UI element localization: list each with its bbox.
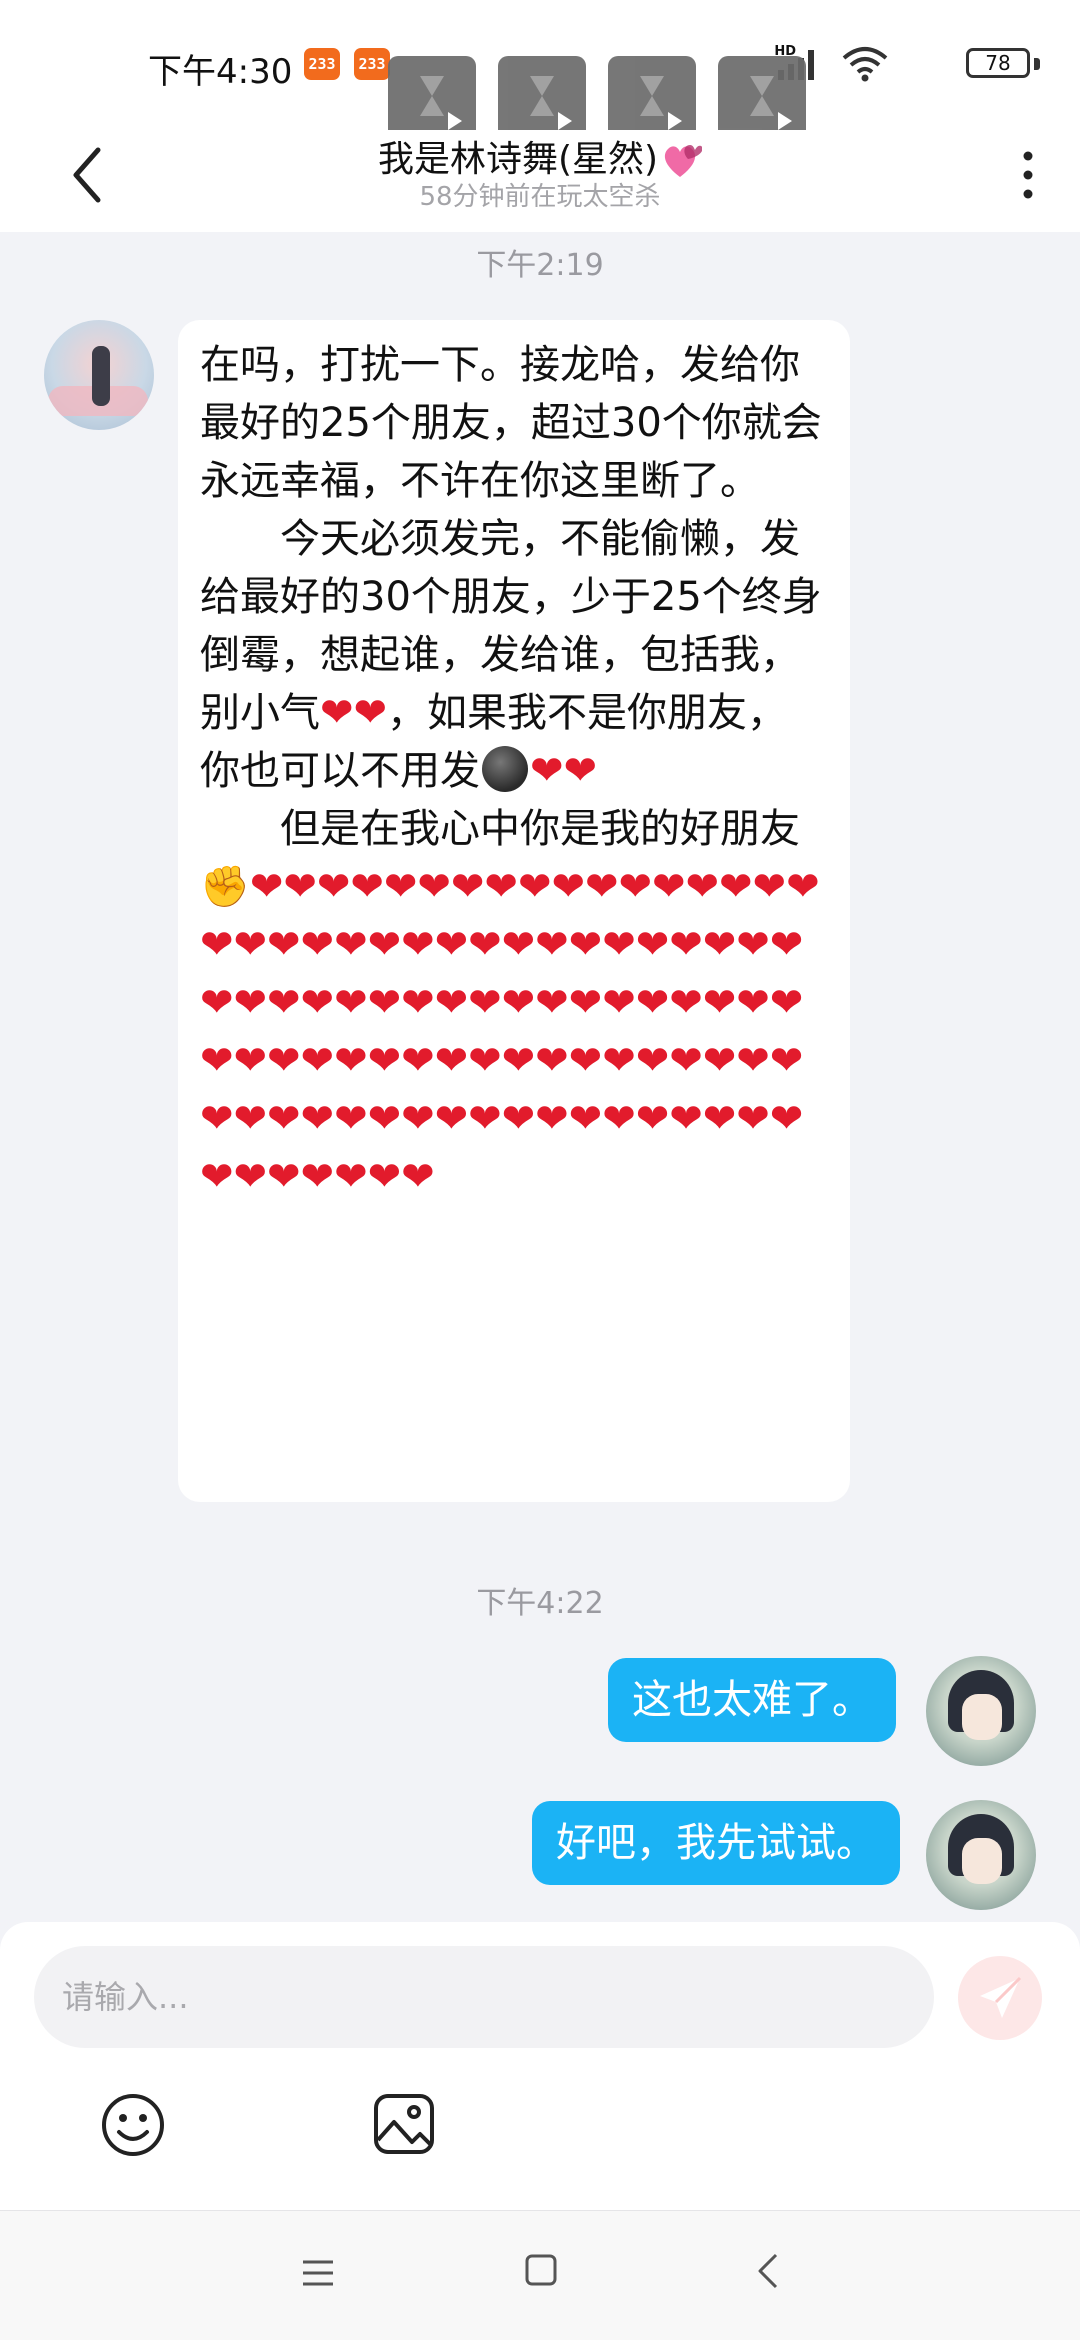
menu-icon[interactable] (300, 2255, 336, 2291)
incoming-message-bubble[interactable]: 在吗，打扰一下。接龙哈，发给你最好的25个朋友，超过30个你就会永远幸福，不许在… (178, 320, 850, 1502)
wifi-icon (842, 47, 888, 82)
hourglass-icon (750, 76, 774, 116)
incoming-message-text: 在吗，打扰一下。接龙哈，发给你最好的25个朋友，超过30个你就会永远幸福，不许在… (200, 336, 826, 1206)
home-icon[interactable] (524, 2253, 558, 2287)
outgoing-message-bubble[interactable]: 这也太难了。 (608, 1658, 896, 1742)
heart-emoji: ❤❤ (320, 690, 388, 736)
message-paragraph: 但是在我心中你是我的好朋友 (200, 806, 800, 852)
battery-icon: 78 (966, 48, 1030, 78)
system-nav-bar (0, 2210, 1080, 2340)
avatar-face (962, 1694, 1002, 1740)
chat-header: 我是林诗舞(星然) 58分钟前在玩太空杀 (0, 130, 1080, 232)
avatar-figure (92, 346, 110, 406)
message-timestamp: 下午2:19 (476, 248, 604, 283)
avatar-face (962, 1838, 1002, 1884)
user-avatar[interactable] (926, 1800, 1036, 1910)
heart-emoji: ❤❤ (530, 748, 598, 794)
app-notification-icon: 233 (354, 48, 390, 80)
new-moon-face-emoji (482, 746, 528, 792)
app-notification-icon: 233 (304, 48, 340, 80)
battery-tip (1034, 58, 1040, 70)
more-vertical-icon[interactable] (1016, 142, 1040, 208)
image-icon[interactable] (372, 2092, 436, 2156)
message-paragraph: 在吗，打扰一下。接龙哈，发给你最好的25个朋友，超过30个你就会永远幸福，不许在… (200, 342, 822, 504)
chat-title-text: 我是林诗舞(星然) (377, 139, 659, 180)
input-panel (0, 1922, 1080, 2210)
status-time: 下午4:30 (148, 52, 293, 92)
outgoing-message-bubble[interactable]: 好吧，我先试试。 (532, 1801, 900, 1885)
user-avatar[interactable] (926, 1656, 1036, 1766)
hourglass-icon (530, 76, 554, 116)
play-icon (448, 112, 462, 130)
chat-subtitle: 58分钟前在玩太空杀 (419, 182, 661, 212)
emoji-icon[interactable] (100, 2092, 166, 2158)
play-icon (558, 112, 572, 130)
message-input[interactable] (34, 1946, 934, 2048)
message-timestamp: 下午4:22 (476, 1586, 604, 1621)
play-icon (668, 112, 682, 130)
hourglass-icon (420, 76, 444, 116)
heart-emoji-row: ❤❤❤❤❤❤❤❤❤❤❤❤❤❤❤❤❤❤❤❤❤❤❤❤❤❤❤❤❤❤❤❤❤❤❤❤❤❤❤❤… (200, 864, 820, 1200)
fist-emoji: ✊ (200, 864, 250, 910)
send-icon (980, 1976, 1022, 2018)
nav-back-icon[interactable] (756, 2251, 780, 2291)
send-button[interactable] (958, 1956, 1042, 2040)
hourglass-icon (640, 76, 664, 116)
contact-avatar[interactable] (44, 320, 154, 430)
battery-level: 78 (985, 51, 1011, 75)
play-icon (778, 112, 792, 130)
